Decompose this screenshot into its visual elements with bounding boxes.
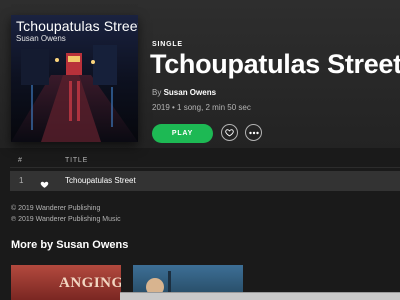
album-card-cover-text: ANGING <box>59 275 121 291</box>
album-byline: By Susan Owens <box>152 88 216 97</box>
album-title: Tchoupatulas Street <box>150 49 400 79</box>
more-options-button[interactable] <box>245 124 262 141</box>
copyright-line: © 2019 Wanderer Publishing <box>11 205 101 212</box>
by-prefix: By <box>152 88 162 97</box>
header-divider <box>10 167 400 168</box>
album-type-label: SINGLE <box>152 41 183 48</box>
more-dots-icon <box>248 131 259 134</box>
os-taskbar <box>120 292 400 300</box>
artist-link[interactable]: Susan Owens <box>164 88 216 97</box>
album-meta: 2019 • 1 song, 2 min 50 sec <box>152 103 251 112</box>
cover-title-text: Tchoupatulas Street <box>16 18 138 34</box>
track-row[interactable]: 1 Tchoupatulas Street <box>10 171 400 191</box>
track-number: 1 <box>19 176 24 185</box>
track-title: Tchoupatulas Street <box>65 176 136 185</box>
column-header-title[interactable]: TITLE <box>65 157 88 164</box>
play-button[interactable]: PLAY <box>152 124 213 143</box>
cover-artist-text: Susan Owens <box>16 34 66 43</box>
more-by-artist-heading[interactable]: More by Susan Owens <box>11 239 128 251</box>
more-by-album-card[interactable]: ANGING <box>11 265 121 300</box>
like-button[interactable] <box>221 124 238 141</box>
phonogram-copyright-line: ℗ 2019 Wanderer Publishing Music <box>11 216 121 223</box>
column-header-number: # <box>18 157 23 164</box>
heart-filled-icon[interactable] <box>40 176 49 194</box>
album-cover[interactable]: Tchoupatulas Street Susan Owens <box>11 15 138 142</box>
heart-outline-icon <box>225 129 234 137</box>
